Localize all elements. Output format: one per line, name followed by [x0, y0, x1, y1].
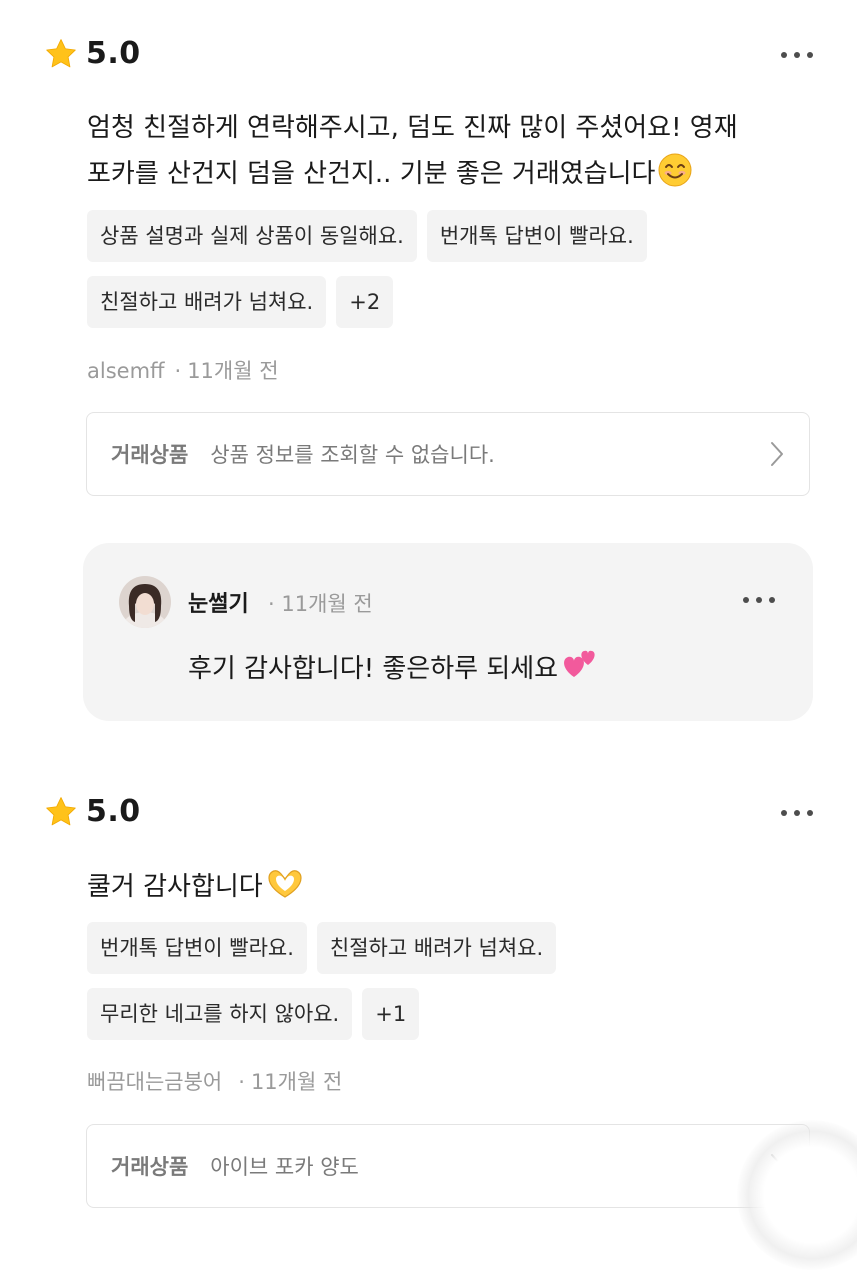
reviewer-name[interactable]: alsemff — [87, 359, 165, 383]
reviewer-name[interactable]: 뻐끔대는금붕어 — [87, 1070, 222, 1094]
review-tags: 상품 설명과 실제 상품이 동일해요. 번개톡 답변이 빨라요. 친절하고 배려… — [87, 210, 827, 342]
review-text-line-part: 쿨거 감사합니다 — [87, 872, 263, 902]
review-tags: 번개톡 답변이 빨라요. 친절하고 배려가 넘쳐요. 무리한 네고를 하지 않아… — [87, 922, 827, 1054]
review-text-line: 포카를 산건지 덤을 산건지.. 기분 좋은 거래였습니다 — [87, 151, 807, 197]
review-time: 11개월 전 — [187, 359, 279, 383]
review-text: 쿨거 감사합니다 — [87, 864, 807, 910]
star-icon — [46, 38, 76, 67]
chevron-right-icon — [771, 442, 783, 466]
meta-separator: · — [238, 1070, 245, 1094]
review-text-line: 쿨거 감사합니다 — [87, 864, 807, 910]
meta-separator: · — [174, 359, 182, 383]
heart-hands-emoji-icon — [268, 870, 302, 898]
review-time: 11개월 전 — [250, 1070, 343, 1094]
product-label: 거래상품 — [111, 443, 189, 467]
more-options-icon[interactable] — [781, 804, 813, 822]
meta-separator: · — [268, 592, 275, 616]
review-tag[interactable]: 친절하고 배려가 넘쳐요. — [316, 922, 557, 974]
smiling-face-emoji-icon — [658, 153, 692, 187]
review-tag[interactable]: 무리한 네고를 하지 않아요. — [87, 988, 353, 1040]
two-hearts-emoji-icon — [564, 650, 595, 677]
review-text-line: 엄청 친절하게 연락해주시고, 덤도 진짜 많이 주셨어요! 영재 — [87, 113, 738, 143]
review-meta: alsemff · 11개월 전 — [87, 355, 279, 385]
more-tags-count[interactable]: +1 — [362, 988, 420, 1040]
more-tags-count[interactable]: +2 — [336, 276, 394, 328]
rating: 5.0 — [44, 794, 141, 829]
star-icon — [46, 796, 76, 825]
reply-more-options-icon[interactable] — [743, 591, 775, 609]
rating-score: 5.0 — [86, 36, 141, 71]
review-tag[interactable]: 번개톡 답변이 빨라요. — [426, 210, 647, 262]
more-options-icon[interactable] — [781, 46, 813, 64]
review-meta: 뻐끔대는금붕어 · 11개월 전 — [87, 1066, 342, 1096]
reply-time-value: 11개월 전 — [281, 592, 373, 616]
reply-text-value: 후기 감사합니다! 좋은하루 되세요 — [188, 654, 559, 684]
product-info: 아이브 포카 양도 — [210, 1155, 359, 1179]
product-label: 거래상품 — [111, 1155, 189, 1179]
avatar-image — [119, 576, 171, 628]
seller-name[interactable]: 눈썰기 — [188, 586, 249, 618]
review-tag[interactable]: 번개톡 답변이 빨라요. — [87, 922, 307, 974]
review-text: 엄청 친절하게 연락해주시고, 덤도 진짜 많이 주셨어요! 영재 포카를 산건… — [87, 105, 807, 197]
reply-text: 후기 감사합니다! 좋은하루 되세요 — [188, 647, 600, 685]
seller-reply: 눈썰기 · 11개월 전 후기 감사합니다! 좋은하루 되세요 — [83, 543, 813, 721]
product-info: 상품 정보를 조회할 수 없습니다. — [210, 443, 495, 467]
traded-product-card[interactable]: 거래상품 상품 정보를 조회할 수 없습니다. — [86, 412, 810, 496]
reply-time: · 11개월 전 — [268, 588, 373, 618]
review-tag[interactable]: 상품 설명과 실제 상품이 동일해요. — [87, 210, 417, 262]
seller-avatar[interactable] — [119, 576, 171, 628]
review-text-line-part: 포카를 산건지 덤을 산건지.. 기분 좋은 거래였습니다 — [87, 159, 656, 189]
rating-score: 5.0 — [86, 794, 141, 829]
traded-product-card[interactable]: 거래상품 아이브 포카 양도 — [86, 1124, 810, 1208]
review-tag[interactable]: 친절하고 배려가 넘쳐요. — [87, 276, 327, 328]
rating: 5.0 — [44, 36, 141, 71]
